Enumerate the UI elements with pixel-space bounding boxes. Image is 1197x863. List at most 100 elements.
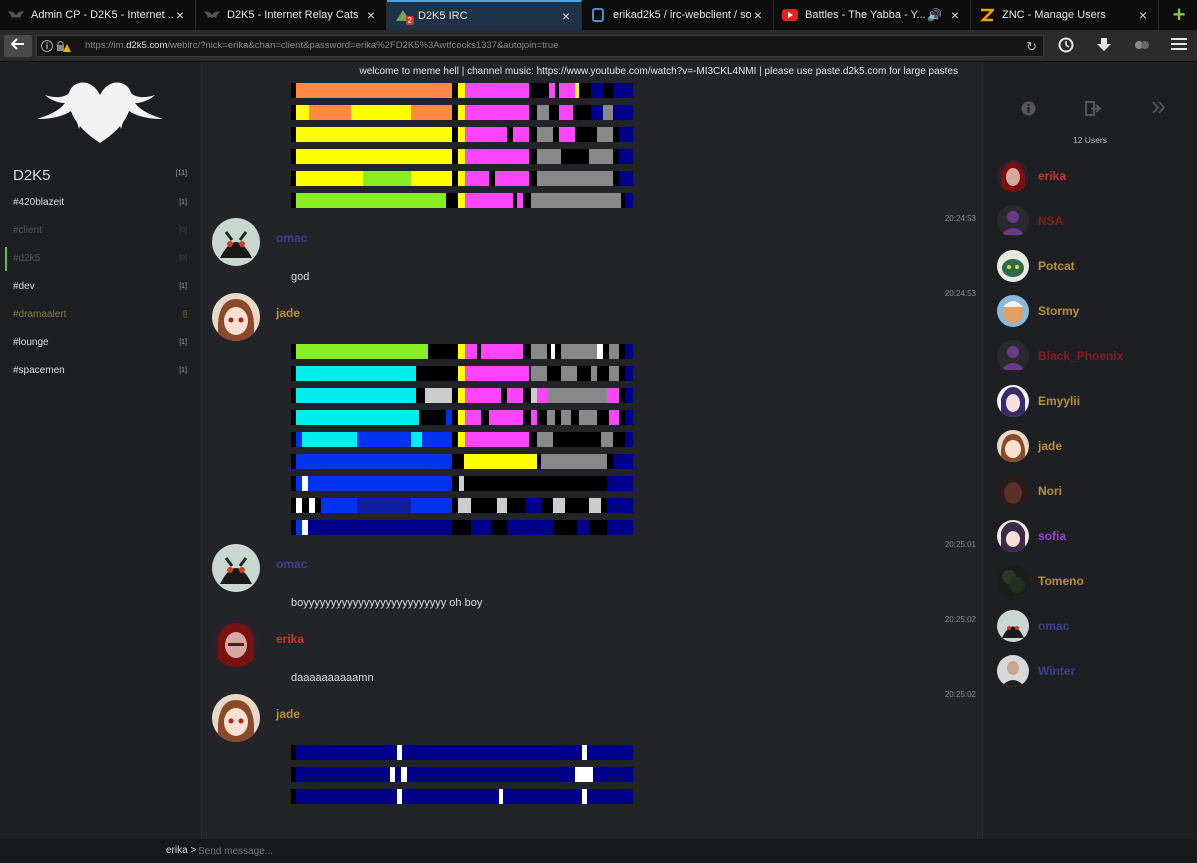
winged-heart-logo bbox=[37, 82, 163, 143]
user-count: 12 Users bbox=[1072, 135, 1107, 145]
avatar bbox=[997, 160, 1029, 192]
message-nick[interactable]: erika bbox=[276, 632, 304, 646]
user-name: Nori bbox=[1038, 484, 1062, 498]
avatar[interactable] bbox=[212, 293, 260, 341]
tab-title: D2K5 IRC bbox=[418, 10, 468, 22]
art-row bbox=[291, 432, 633, 447]
art-row bbox=[291, 171, 633, 186]
browser-tab[interactable]: Battles - The Yabba - Y... 🔊 × bbox=[774, 0, 971, 30]
znc-icon bbox=[979, 8, 995, 22]
close-icon[interactable]: × bbox=[948, 7, 962, 23]
url-text: https://im.d2k5.com/webirc/?nick=erika&c… bbox=[85, 40, 559, 51]
sidebar-item-dramaalert[interactable]: #dramaalert bbox=[13, 309, 66, 320]
browser-tab-active[interactable]: 2 D2K5 IRC × bbox=[387, 0, 582, 30]
history-icon[interactable] bbox=[1058, 37, 1074, 58]
art-row bbox=[291, 127, 633, 142]
art-row bbox=[291, 388, 633, 403]
art-row bbox=[291, 410, 633, 425]
avatar bbox=[997, 610, 1029, 642]
avatar[interactable] bbox=[212, 619, 260, 667]
user-name: omac bbox=[1038, 619, 1070, 633]
close-icon[interactable]: × bbox=[751, 7, 765, 23]
user-name: Tomeno bbox=[1038, 574, 1084, 588]
channel-count: [] bbox=[183, 311, 187, 318]
user-name: Winter bbox=[1038, 664, 1076, 678]
avatar[interactable] bbox=[212, 218, 260, 266]
download-icon[interactable] bbox=[1096, 37, 1112, 58]
message-input[interactable] bbox=[198, 842, 898, 860]
new-tab-button[interactable]: + bbox=[1161, 0, 1197, 30]
user-name: erika bbox=[1038, 169, 1067, 183]
user-list-item[interactable]: Nori bbox=[997, 474, 1062, 508]
avatar bbox=[997, 250, 1029, 282]
user-name: sofia bbox=[1038, 529, 1067, 543]
art-row bbox=[291, 454, 633, 469]
channel-count: [0] bbox=[179, 227, 187, 234]
close-icon[interactable]: × bbox=[559, 8, 573, 24]
user-list-item[interactable]: sofia bbox=[997, 519, 1066, 553]
sidebar-item-d2k5[interactable]: #d2k5 bbox=[13, 253, 40, 264]
message-timestamp: 20:24:53 bbox=[944, 214, 976, 223]
user-list-item[interactable]: Tomeno bbox=[997, 564, 1084, 598]
youtube-icon bbox=[782, 8, 798, 22]
sidebar-item-420blazeit[interactable]: #420blazeit bbox=[13, 197, 64, 208]
user-list-item[interactable]: jade bbox=[997, 429, 1062, 463]
user-list-item[interactable]: Potcat bbox=[997, 249, 1075, 283]
sidebar-item-spacemen[interactable]: #spacemen bbox=[13, 365, 65, 376]
leave-channel-icon[interactable] bbox=[1085, 101, 1102, 120]
avatar[interactable] bbox=[212, 544, 260, 592]
avatar bbox=[997, 520, 1029, 552]
tab-title: Admin CP - D2K5 - Internet ... bbox=[31, 9, 173, 21]
message-timestamp: 20:24:53 bbox=[944, 289, 976, 298]
message-nick[interactable]: omac bbox=[276, 231, 307, 245]
back-button[interactable] bbox=[4, 35, 32, 57]
art-row bbox=[291, 105, 633, 120]
message-nick[interactable]: jade bbox=[276, 306, 300, 320]
art-row bbox=[291, 344, 633, 359]
channel-count: [1] bbox=[179, 339, 187, 346]
network-name[interactable]: D2K5 bbox=[13, 167, 51, 184]
sidebar-item-client[interactable]: #client bbox=[13, 225, 42, 236]
close-icon[interactable]: × bbox=[1136, 7, 1150, 23]
art-row bbox=[291, 767, 633, 782]
avatar[interactable] bbox=[212, 694, 260, 742]
close-icon[interactable]: × bbox=[173, 7, 187, 23]
user-list-item[interactable]: erika bbox=[997, 159, 1066, 193]
user-name: Stormy bbox=[1038, 304, 1080, 318]
browser-tab[interactable]: ZNC - Manage Users × bbox=[971, 0, 1159, 30]
browser-tab[interactable]: Admin CP - D2K5 - Internet ... × bbox=[0, 0, 196, 30]
browser-tab[interactable]: erikad2k5 / irc-webclient / so... × bbox=[582, 0, 774, 30]
site-info-icon[interactable] bbox=[41, 39, 71, 56]
extension-icon[interactable] bbox=[1133, 37, 1151, 58]
reload-icon[interactable]: ↻ bbox=[1026, 39, 1037, 55]
user-name: NSA bbox=[1038, 214, 1064, 228]
message-nick[interactable]: omac bbox=[276, 557, 307, 571]
avatar bbox=[997, 430, 1029, 462]
browser-tab[interactable]: D2K5 - Internet Relay Cats × bbox=[196, 0, 387, 30]
message-text: daaaaaaaaaamn bbox=[291, 672, 374, 684]
user-list-item[interactable]: omac bbox=[997, 609, 1069, 643]
info-icon[interactable] bbox=[1021, 101, 1036, 120]
menu-icon[interactable] bbox=[1171, 37, 1187, 56]
sidebar-item-lounge[interactable]: #lounge bbox=[13, 337, 49, 348]
art-row bbox=[291, 745, 633, 760]
user-list-item[interactable]: Winter bbox=[997, 654, 1075, 688]
default-avatar-icon bbox=[997, 205, 1029, 237]
collapse-panel-icon[interactable] bbox=[1152, 101, 1166, 118]
user-name: Emyylii bbox=[1038, 394, 1081, 408]
avatar bbox=[997, 475, 1029, 507]
message-nick[interactable]: jade bbox=[276, 707, 300, 721]
tab-title: Battles - The Yabba - Y... bbox=[805, 9, 926, 21]
close-icon[interactable]: × bbox=[364, 7, 378, 23]
sidebar-item-dev[interactable]: #dev bbox=[13, 281, 35, 292]
tab-title: D2K5 - Internet Relay Cats bbox=[227, 9, 359, 21]
user-list-item[interactable]: Emyylii bbox=[997, 384, 1080, 418]
channel-count: [1] bbox=[179, 367, 187, 374]
speaker-icon[interactable]: 🔊 bbox=[927, 8, 942, 22]
url-bar[interactable]: https://im.d2k5.com/webirc/?nick=erika&c… bbox=[36, 35, 1044, 57]
chat-area[interactable]: welcome to meme hell | channel music: ht… bbox=[201, 63, 983, 839]
user-list-item[interactable]: NSA bbox=[997, 204, 1063, 238]
user-list-item[interactable]: Stormy bbox=[997, 294, 1079, 328]
user-list-item[interactable]: Black_Phoenix bbox=[997, 339, 1123, 373]
channel-topic: welcome to meme hell | channel music: ht… bbox=[359, 66, 958, 77]
